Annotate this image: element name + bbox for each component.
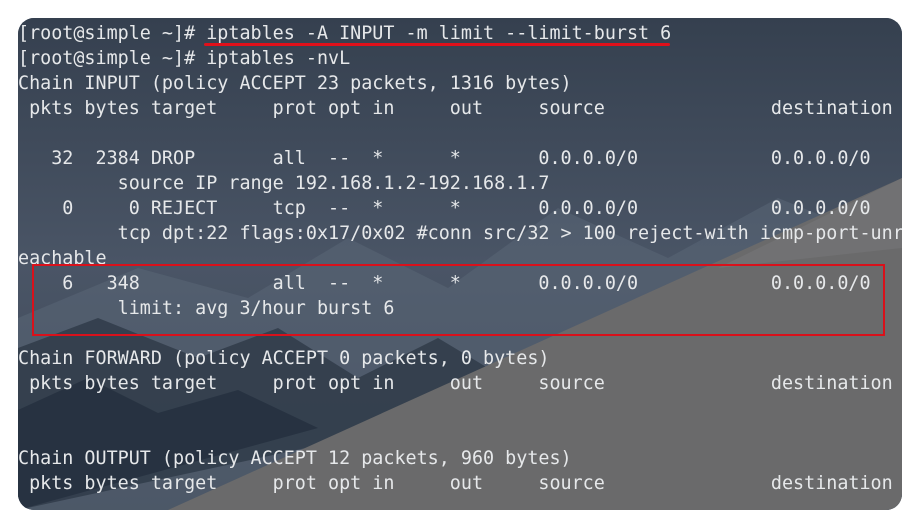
limit-rule-highlight-box — [32, 264, 885, 336]
terminal-line-15: pkts bytes target prot opt in out source… — [18, 373, 893, 394]
terminal-line-9: tcp dpt:22 flags:0x17/0x02 #conn src/32 … — [18, 223, 902, 244]
terminal-line-8: 0 0 REJECT tcp -- * * 0.0.0.0/0 0.0.0.0/… — [18, 198, 871, 219]
terminal-line-18: Chain OUTPUT (policy ACCEPT 12 packets, … — [18, 448, 572, 469]
terminal-line-3: Chain INPUT (policy ACCEPT 23 packets, 1… — [18, 73, 572, 94]
terminal-line-4: pkts bytes target prot opt in out source… — [18, 98, 893, 119]
terminal-line-2: [root@simple ~]# iptables -nvL — [18, 48, 351, 69]
terminal-line-14: Chain FORWARD (policy ACCEPT 0 packets, … — [18, 348, 550, 369]
terminal-line-19: pkts bytes target prot opt in out source… — [18, 473, 893, 494]
command-underline-annotation — [204, 43, 670, 46]
terminal-line-6: 32 2384 DROP all -- * * 0.0.0.0/0 0.0.0.… — [18, 148, 871, 169]
terminal-line-7: source IP range 192.168.1.2-192.168.1.7 — [18, 173, 550, 194]
terminal-window[interactable]: [root@simple ~]# iptables -A INPUT -m li… — [18, 18, 902, 510]
